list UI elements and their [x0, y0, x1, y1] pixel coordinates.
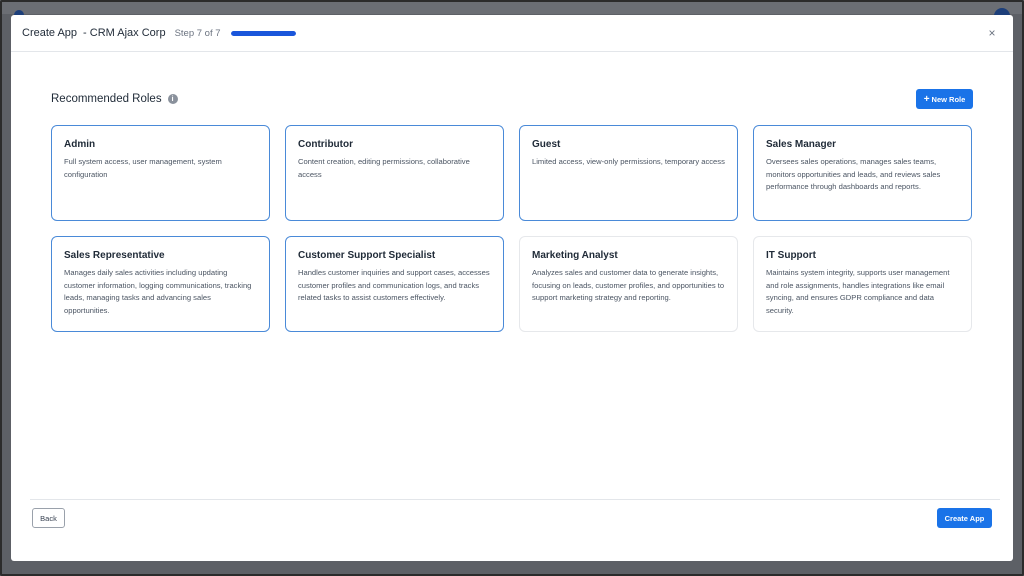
role-description: Handles customer inquiries and support c…: [298, 268, 490, 302]
step-indicator: Step 7 of 7: [174, 27, 221, 39]
section-title: Recommended Roles: [51, 93, 162, 105]
role-title: IT Support: [766, 250, 816, 261]
role-card-sales-representative[interactable]: Sales Representative Manages daily sales…: [51, 236, 270, 332]
new-role-label: New Role: [931, 94, 966, 104]
role-card-customer-support-specialist[interactable]: Customer Support Specialist Handles cust…: [285, 236, 504, 332]
role-title: Guest: [532, 139, 561, 150]
role-title: Admin: [64, 139, 96, 150]
role-description: Manages daily sales activities including…: [64, 268, 252, 315]
plus-icon: +: [923, 93, 930, 105]
background-app-bar: [0, 0, 1024, 24]
role-title: Sales Representative: [64, 250, 165, 261]
role-description: Content creation, editing permissions, c…: [298, 157, 470, 179]
progress-fill: [230, 30, 296, 36]
role-description: Maintains system integrity, supports use…: [766, 268, 950, 315]
modal-header: Create App - CRM Ajax Corp Step 7 of 7: [11, 15, 1013, 52]
new-role-button[interactable]: + New Role: [916, 89, 973, 109]
role-card-it-support[interactable]: IT Support Maintains system integrity, s…: [753, 236, 972, 332]
info-icon[interactable]: i: [167, 94, 178, 104]
role-card-contributor[interactable]: Contributor Content creation, editing pe…: [285, 125, 504, 221]
footer-divider: [30, 499, 1000, 500]
create-app-modal: Create App - CRM Ajax Corp Step 7 of 7 ×…: [11, 15, 1013, 561]
role-description: Analyzes sales and customer data to gene…: [532, 268, 725, 302]
role-description: Full system access, user management, sys…: [64, 157, 222, 179]
role-title: Customer Support Specialist: [298, 250, 436, 261]
role-card-guest[interactable]: Guest Limited access, view-only permissi…: [519, 125, 738, 221]
role-title: Contributor: [298, 139, 353, 150]
close-icon[interactable]: ×: [985, 26, 999, 40]
section-header: Recommended Roles i: [51, 93, 178, 105]
progress-bar: [230, 30, 296, 36]
modal-title: Create App: [22, 27, 78, 39]
role-card-admin[interactable]: Admin Full system access, user managemen…: [51, 125, 270, 221]
modal-subtitle: - CRM Ajax Corp: [83, 27, 166, 39]
role-title: Sales Manager: [766, 139, 837, 150]
role-description: Limited access, view-only permissions, t…: [532, 157, 725, 166]
role-card-marketing-analyst[interactable]: Marketing Analyst Analyzes sales and cus…: [519, 236, 738, 332]
role-title: Marketing Analyst: [532, 250, 618, 261]
role-card-sales-manager[interactable]: Sales Manager Oversees sales operations,…: [753, 125, 972, 221]
back-button[interactable]: Back: [32, 508, 65, 528]
role-description: Oversees sales operations, manages sales…: [766, 157, 941, 191]
create-app-button[interactable]: Create App: [937, 508, 992, 528]
